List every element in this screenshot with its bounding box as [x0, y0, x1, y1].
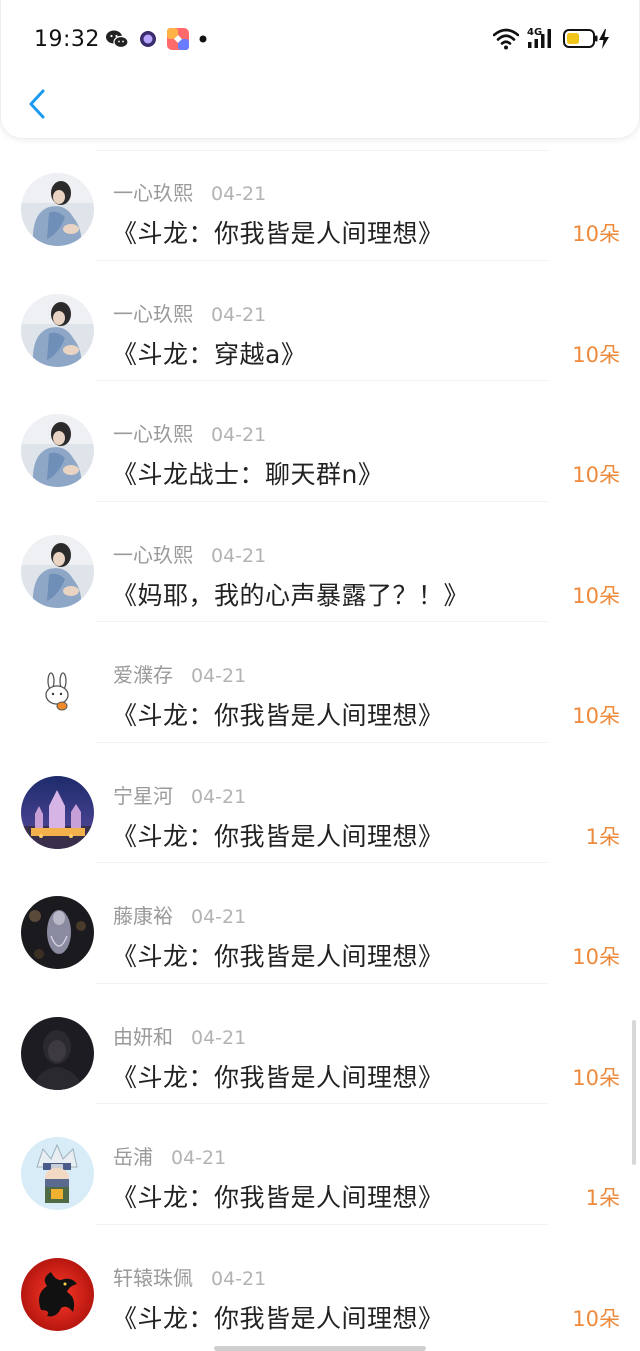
- date: 04-21: [211, 303, 267, 326]
- book-title[interactable]: 《斗龙：你我皆是人间理想》: [112, 214, 444, 250]
- user-name: 宁星河: [113, 783, 173, 808]
- book-title[interactable]: 《斗龙：穿越a》: [112, 335, 306, 371]
- avatar-girl-icon: [21, 173, 94, 246]
- gift-amount: 10朵: [572, 342, 620, 367]
- date: 04-21: [171, 1147, 227, 1169]
- list-item[interactable]: 藤康裕 04-21 《斗龙：你我皆是人间理想》 10朵: [0, 863, 640, 984]
- avatar[interactable]: [21, 293, 94, 367]
- app-shortcut-icon: [167, 28, 189, 50]
- user-name: 岳浦: [113, 1145, 153, 1169]
- user-name: 轩辕珠佩: [113, 1265, 193, 1290]
- avatar-castle-icon: [21, 775, 94, 849]
- gift-amount: 10朵: [572, 704, 620, 728]
- home-indicator[interactable]: [214, 1346, 426, 1351]
- avatar-girl-icon: [21, 534, 94, 608]
- user-name: 一心玖熙: [113, 542, 193, 567]
- list-item[interactable]: 轩辕珠佩 04-21 《斗龙：你我皆是人间理想》 10朵: [0, 1225, 640, 1346]
- avatar[interactable]: [21, 655, 94, 728]
- gift-amount: 10朵: [572, 945, 620, 969]
- book-title[interactable]: 《斗龙战士：聊天群n》: [112, 455, 383, 491]
- avatar[interactable]: [21, 775, 94, 849]
- user-name: 一心玖熙: [113, 422, 193, 446]
- list-item[interactable]: 一心玖熙 04-21 《斗龙战士：聊天群n》 10朵: [0, 381, 640, 502]
- avatar[interactable]: [21, 414, 94, 487]
- book-title[interactable]: 《斗龙：你我皆是人间理想》: [112, 937, 444, 973]
- user-name: 爱濮存: [113, 663, 173, 687]
- date: 04-21: [211, 183, 267, 205]
- scrollbar[interactable]: [632, 1020, 636, 1165]
- list-item[interactable]: 由妍和 04-21 《斗龙：你我皆是人间理想》 10朵: [0, 984, 640, 1105]
- avatar[interactable]: [21, 1016, 94, 1090]
- book-title[interactable]: 《斗龙：你我皆是人间理想》: [112, 1178, 444, 1214]
- chevron-left-icon: [29, 89, 45, 119]
- avatar[interactable]: [21, 173, 94, 246]
- book-title[interactable]: 《斗龙：你我皆是人间理想》: [112, 1299, 444, 1335]
- gift-amount: 10朵: [572, 222, 620, 246]
- user-name: 由妍和: [113, 1024, 173, 1049]
- wechat-icon: [106, 30, 129, 49]
- date: 04-21: [191, 906, 247, 928]
- avatar-ninja-icon: [21, 1137, 94, 1210]
- gift-amount: 10朵: [572, 463, 620, 487]
- avatar[interactable]: [21, 896, 94, 969]
- book-title[interactable]: 《斗龙：你我皆是人间理想》: [112, 696, 444, 732]
- date: 04-21: [211, 544, 267, 567]
- avatar[interactable]: [21, 1137, 94, 1210]
- gift-amount: 1朵: [585, 824, 620, 849]
- avatar[interactable]: [21, 1257, 94, 1331]
- date: 04-21: [191, 785, 247, 808]
- avatar-dragon-icon: [21, 1257, 94, 1331]
- avatar-girl-icon: [21, 293, 94, 367]
- avatar-girl-icon: [21, 414, 94, 487]
- avatar[interactable]: [21, 534, 94, 608]
- gift-amount: 10朵: [572, 1306, 620, 1331]
- battery-charging-icon: [563, 29, 609, 49]
- book-title[interactable]: 《斗龙：你我皆是人间理想》: [112, 817, 444, 853]
- purple-circle-app-icon: [140, 31, 156, 47]
- avatar-bunny-icon: [21, 655, 94, 728]
- avatar-dark-figure-icon: [21, 896, 94, 969]
- date: 04-21: [191, 665, 247, 687]
- list-item[interactable]: 爱濮存 04-21 《斗龙：你我皆是人间理想》 10朵: [0, 622, 640, 743]
- book-title[interactable]: 《斗龙：你我皆是人间理想》: [112, 1058, 444, 1094]
- signal-4g-icon: 4G: [525, 27, 557, 51]
- date: 04-21: [191, 1026, 247, 1049]
- wifi-icon: [493, 28, 519, 50]
- date: 04-21: [211, 424, 267, 446]
- list-item[interactable]: 宁星河 04-21 《斗龙：你我皆是人间理想》 1朵: [0, 743, 640, 864]
- list-item[interactable]: 岳浦 04-21 《斗龙：你我皆是人间理想》 1朵: [0, 1104, 640, 1225]
- list-item[interactable]: 一心玖熙 04-21 《妈耶，我的心声暴露了？！》 10朵: [0, 502, 640, 623]
- user-name: 一心玖熙: [113, 301, 193, 326]
- back-button[interactable]: [19, 84, 55, 124]
- date: 04-21: [211, 1267, 267, 1290]
- gift-list: 一心玖熙 04-21 《斗龙：你我皆是人间理想》 10朵 一心玖熙 04-21 《斗…: [0, 140, 640, 1345]
- status-bar: 19:32 4G: [1, 0, 640, 80]
- user-name: 藤康裕: [113, 904, 173, 928]
- status-time: 19:32: [34, 27, 100, 52]
- gift-amount: 1朵: [585, 1186, 620, 1210]
- list-item[interactable]: 一心玖熙 04-21 《斗龙：穿越a》 10朵: [0, 261, 640, 382]
- user-name: 一心玖熙: [113, 181, 193, 205]
- gift-amount: 10朵: [572, 583, 620, 608]
- notification-dot-icon: [199, 35, 207, 43]
- gift-amount: 10朵: [572, 1065, 620, 1090]
- top-bar: 19:32 4G: [0, 0, 640, 139]
- book-title[interactable]: 《妈耶，我的心声暴露了？！》: [112, 576, 469, 612]
- avatar-dark-portrait-icon: [21, 1016, 94, 1090]
- list-item[interactable]: 一心玖熙 04-21 《斗龙：你我皆是人间理想》 10朵: [0, 140, 640, 261]
